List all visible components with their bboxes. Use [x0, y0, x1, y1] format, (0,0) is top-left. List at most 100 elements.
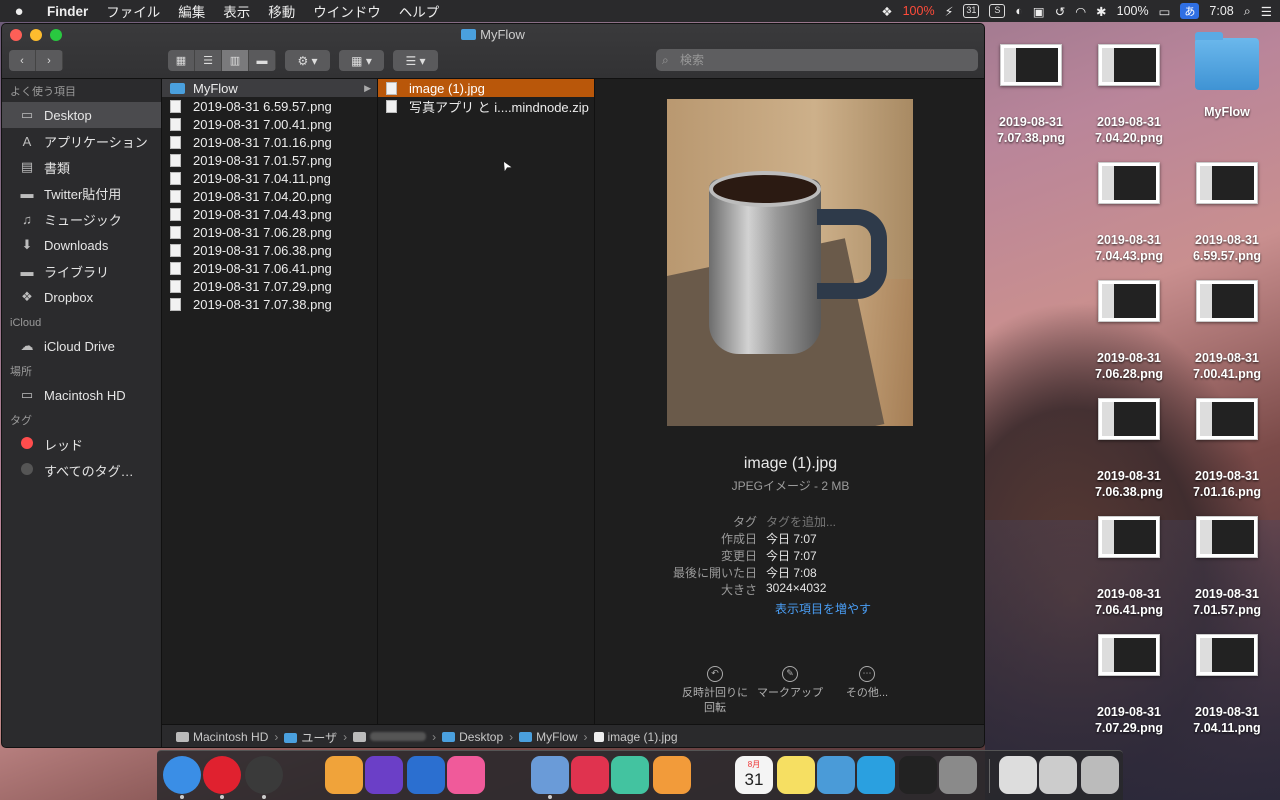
- path-item[interactable]: MyFlow: [519, 730, 578, 744]
- desktop-folder[interactable]: MyFlow: [1179, 32, 1275, 120]
- sidebar-item[interactable]: ▤ 書類: [2, 154, 161, 180]
- file-row[interactable]: 2019-08-31 7.00.41.png: [162, 115, 377, 133]
- path-item[interactable]: image (1).jpg: [593, 730, 678, 744]
- preview-icon[interactable]: [531, 756, 569, 794]
- preview-action-button[interactable]: ⋯ その他...: [827, 666, 907, 701]
- sidebar-item[interactable]: ▭ Desktop: [2, 102, 161, 128]
- file-row[interactable]: 2019-08-31 7.06.41.png: [162, 259, 377, 277]
- sidebar-item[interactable]: レッド: [2, 431, 161, 457]
- forward-button[interactable]: ›: [36, 50, 63, 71]
- file-row[interactable]: 2019-08-31 7.07.38.png: [162, 295, 377, 313]
- desktop-file[interactable]: 2019-08-31 7.04.11.png: [1179, 634, 1275, 736]
- opera-icon[interactable]: [203, 756, 241, 794]
- dropbox-status-icon[interactable]: ❖: [881, 4, 892, 19]
- script-status-icon[interactable]: S: [989, 4, 1006, 18]
- folder-row[interactable]: MyFlow ▶: [162, 79, 377, 97]
- menu-clock[interactable]: 7:08: [1209, 4, 1233, 18]
- sidebar-item[interactable]: ▬ ライブラリ: [2, 258, 161, 284]
- file-row[interactable]: image (1).jpg: [378, 79, 594, 97]
- sidebar-item[interactable]: すべてのタグ…: [2, 457, 161, 483]
- desktop-file[interactable]: 2019-08-31 7.00.41.png: [1179, 280, 1275, 382]
- spotlight-icon[interactable]: ⌕: [1244, 4, 1251, 19]
- menu-file[interactable]: ファイル: [97, 1, 169, 21]
- toggle-status-icon[interactable]: ◐: [1015, 4, 1023, 18]
- battery-app-status[interactable]: 100%: [903, 4, 935, 18]
- file-row[interactable]: 2019-08-31 7.04.43.png: [162, 205, 377, 223]
- battery-status[interactable]: 100%: [1117, 4, 1149, 18]
- menu-help[interactable]: ヘルプ: [390, 1, 449, 21]
- itunes-icon[interactable]: [447, 756, 485, 794]
- trash-icon[interactable]: [1081, 756, 1119, 794]
- sidebar-item[interactable]: ☁ iCloud Drive: [2, 333, 161, 359]
- desktop-file[interactable]: 2019-08-31 7.06.38.png: [1081, 398, 1177, 500]
- desktop-file[interactable]: 2019-08-31 7.01.57.png: [1179, 516, 1275, 618]
- menu-edit[interactable]: 編集: [169, 1, 214, 21]
- file-row[interactable]: 2019-08-31 6.59.57.png: [162, 97, 377, 115]
- pocket-icon[interactable]: [571, 756, 609, 794]
- sidebar-item[interactable]: ♫ ミュージック: [2, 206, 161, 232]
- activity-monitor-icon[interactable]: [899, 756, 937, 794]
- file-row[interactable]: 写真アプリ と i....mindnode.zip: [378, 97, 594, 115]
- calendar-status-icon[interactable]: 31: [963, 4, 980, 18]
- file-row[interactable]: 2019-08-31 7.01.57.png: [162, 151, 377, 169]
- file-row[interactable]: 2019-08-31 7.07.29.png: [162, 277, 377, 295]
- screenshot-status-icon[interactable]: ▣: [1033, 4, 1045, 19]
- system-preferences-icon[interactable]: [939, 756, 977, 794]
- battery-icon[interactable]: ▭: [1159, 4, 1171, 19]
- menu-window[interactable]: ウインドウ: [304, 1, 390, 21]
- photos-icon[interactable]: [325, 756, 363, 794]
- airdrop-icon[interactable]: [857, 756, 895, 794]
- file-row[interactable]: 2019-08-31 7.06.28.png: [162, 223, 377, 241]
- desktop-file[interactable]: 2019-08-31 7.04.20.png: [1081, 44, 1177, 146]
- time-machine-icon[interactable]: ↺: [1055, 4, 1065, 19]
- sidebar-item[interactable]: ⬇ Downloads: [2, 232, 161, 258]
- notes-icon[interactable]: [777, 756, 815, 794]
- desktop-file[interactable]: 2019-08-31 7.07.38.png: [983, 44, 1079, 146]
- apple-menu-icon[interactable]: ●: [0, 3, 38, 20]
- search-field[interactable]: ⌕ 検索: [656, 49, 978, 71]
- sidebar-item[interactable]: ❖ Dropbox: [2, 284, 161, 310]
- column-view-button[interactable]: ▥: [222, 50, 249, 71]
- action-menu-button[interactable]: ⚙ ▾: [285, 50, 330, 71]
- menu-app-name[interactable]: Finder: [38, 4, 97, 19]
- menu-view[interactable]: 表示: [214, 1, 259, 21]
- preview-action-button[interactable]: ↶ 反時計回りに 回転: [675, 666, 755, 716]
- file-row[interactable]: 2019-08-31 7.06.38.png: [162, 241, 377, 259]
- desktop-file[interactable]: 2019-08-31 7.01.16.png: [1179, 398, 1275, 500]
- pages-icon[interactable]: [653, 756, 691, 794]
- group-menu-button[interactable]: ▦ ▾: [339, 50, 384, 71]
- sidebar-item[interactable]: A アプリケーション: [2, 128, 161, 154]
- script-icon[interactable]: [817, 756, 855, 794]
- file-row[interactable]: 2019-08-31 7.04.11.png: [162, 169, 377, 187]
- back-button[interactable]: ‹: [9, 50, 36, 71]
- icon-view-button[interactable]: ▦: [168, 50, 195, 71]
- flashlight-icon[interactable]: ⚡: [945, 4, 954, 19]
- sidebar-item[interactable]: ▬ Twitter貼付用: [2, 180, 161, 206]
- input-method-indicator[interactable]: あ: [1180, 3, 1200, 19]
- show-more-link[interactable]: 表示項目を増やす: [775, 600, 871, 617]
- finder-icon[interactable]: [163, 756, 201, 794]
- arrange-menu-button[interactable]: ☰ ▾: [393, 50, 438, 71]
- list-view-button[interactable]: ☰: [195, 50, 222, 71]
- path-item[interactable]: Desktop: [442, 730, 503, 744]
- wifi-icon[interactable]: ◠: [1075, 4, 1086, 19]
- gallery-view-button[interactable]: ▬: [249, 50, 276, 71]
- add-tag-field[interactable]: タグを追加...: [766, 513, 836, 530]
- calendar-icon[interactable]: 8月 31: [735, 756, 773, 794]
- documents-stack-icon[interactable]: [999, 756, 1037, 794]
- path-item[interactable]: Macintosh HD: [176, 730, 268, 744]
- file-row[interactable]: 2019-08-31 7.01.16.png: [162, 133, 377, 151]
- file-row[interactable]: 2019-08-31 7.04.20.png: [162, 187, 377, 205]
- menu-go[interactable]: 移動: [259, 1, 304, 21]
- notification-center-icon[interactable]: ☰: [1261, 4, 1272, 19]
- desktop-file[interactable]: 2019-08-31 7.06.41.png: [1081, 516, 1177, 618]
- desktop-file[interactable]: 2019-08-31 7.07.29.png: [1081, 634, 1177, 736]
- desktop-file[interactable]: 2019-08-31 6.59.57.png: [1179, 162, 1275, 264]
- quicktime-icon[interactable]: [407, 756, 445, 794]
- path-item[interactable]: [353, 730, 427, 744]
- sidebar-item[interactable]: ▭ Macintosh HD: [2, 382, 161, 408]
- path-item[interactable]: ユーザ: [284, 729, 337, 746]
- imovie-icon[interactable]: [365, 756, 403, 794]
- preview-action-button[interactable]: ✎ マークアップ: [750, 666, 830, 701]
- desktop-file[interactable]: 2019-08-31 7.06.28.png: [1081, 280, 1177, 382]
